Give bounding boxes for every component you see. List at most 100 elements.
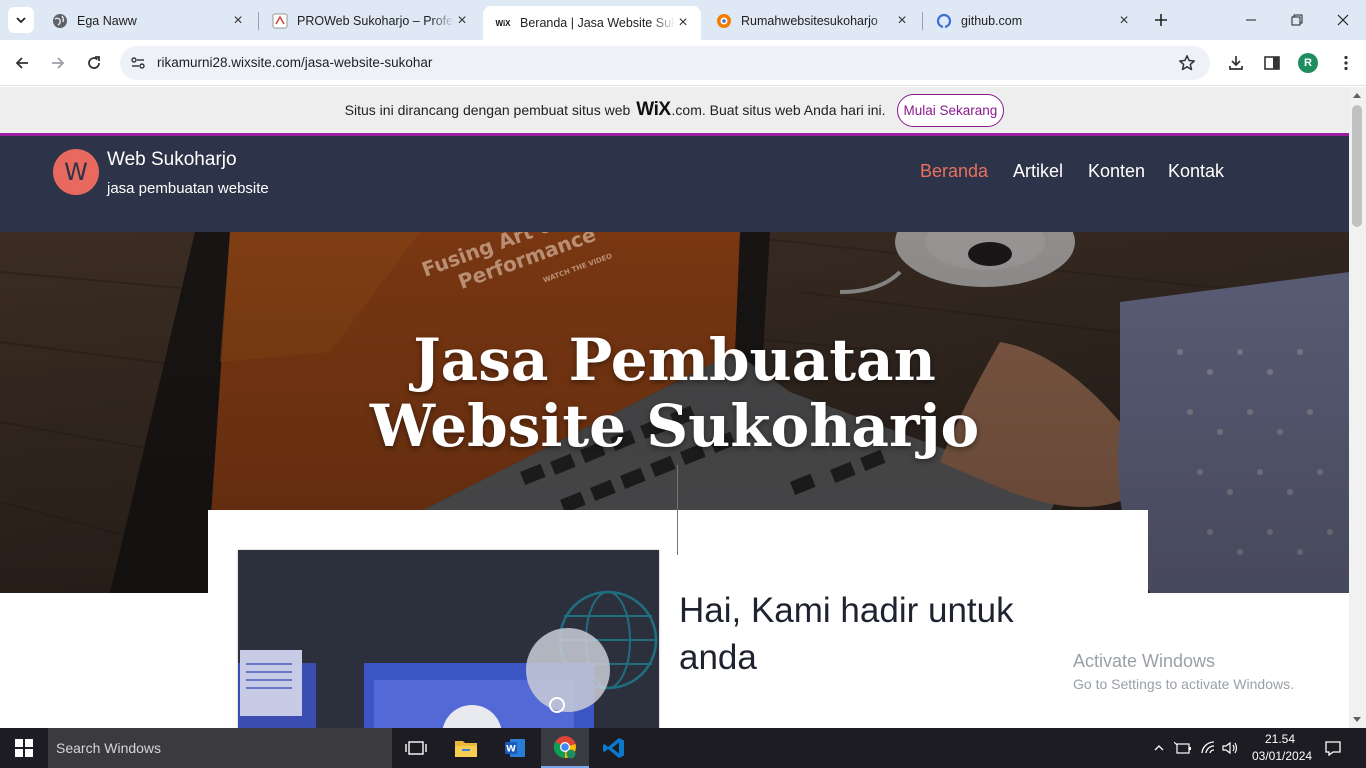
wix-banner-text-after: .com. Buat situs web Anda hari ini. [671, 102, 886, 118]
github-icon [936, 13, 952, 29]
scroll-up-arrow-icon[interactable] [1353, 93, 1361, 98]
restore-button[interactable] [1274, 0, 1320, 40]
word-icon: W [505, 739, 525, 757]
tab-title: Rumahwebsitesukoharjo [741, 14, 878, 28]
arrow-right-icon [52, 57, 65, 69]
mulai-sekarang-button[interactable]: Mulai Sekarang [896, 93, 1005, 127]
wix-banner: Situs ini dirancang dengan pembuat situs… [0, 87, 1349, 133]
tab-ega-naww[interactable]: Ega Naww × [40, 6, 256, 36]
hero-title: Jasa Pembuatan Website Sukoharjo [0, 327, 1349, 459]
arrow-left-icon [15, 57, 28, 69]
task-view-button[interactable] [392, 728, 440, 768]
page-viewport: Situs ini dirancang dengan pembuat situs… [0, 87, 1349, 728]
close-icon[interactable]: × [894, 12, 910, 29]
blogger-icon [716, 13, 732, 29]
tray-expand-button[interactable] [1150, 728, 1168, 768]
file-explorer-button[interactable] [442, 728, 490, 768]
chrome-button[interactable] [541, 728, 589, 768]
decorative-vertical-line [677, 465, 678, 555]
minimize-button[interactable] [1228, 0, 1274, 40]
globe-icon [52, 13, 68, 29]
activate-windows-subtitle: Go to Settings to activate Windows. [1073, 676, 1294, 692]
tab-title: PROWeb Sukoharjo – Profesional [297, 14, 454, 28]
side-panel-button[interactable] [1258, 49, 1286, 77]
close-icon[interactable]: × [230, 12, 246, 29]
reload-icon [88, 56, 100, 69]
tab-title: Ega Naww [77, 14, 137, 28]
word-button[interactable]: W [491, 728, 539, 768]
address-bar[interactable]: rikamurni28.wixsite.com/jasa-website-suk… [120, 46, 1210, 80]
start-button[interactable] [0, 728, 48, 768]
tab-separator [922, 12, 923, 30]
nav-item-artikel[interactable]: Artikel [1013, 161, 1063, 182]
site-info-icon[interactable] [128, 53, 148, 73]
tab-strip: Ega Naww × PROWeb Sukoharjo – Profesiona… [0, 0, 1366, 40]
site-name[interactable]: Web Sukoharjo [107, 149, 237, 171]
tab-beranda[interactable]: WiX Beranda | Jasa Website Sukoharjo × [483, 6, 701, 40]
tab-title: github.com [961, 14, 1023, 28]
scroll-thumb[interactable] [1352, 105, 1362, 227]
wix-icon: WiX [495, 18, 511, 28]
kebab-menu-icon [1344, 55, 1348, 71]
windows-taskbar: Search Windows W 21.54 03/01/2024 [0, 728, 1366, 768]
tab-github[interactable]: github.com × [924, 6, 1142, 36]
forward-button[interactable] [44, 49, 72, 77]
menu-button[interactable] [1332, 49, 1360, 77]
notification-center-button[interactable] [1318, 728, 1348, 768]
activate-windows-title: Activate Windows [1073, 651, 1216, 671]
nav-item-beranda[interactable]: Beranda [920, 161, 988, 182]
hero-title-line1: Jasa Pembuatan [413, 326, 936, 394]
close-icon[interactable]: × [454, 12, 470, 29]
clock-date: 03/01/2024 [1252, 749, 1313, 763]
new-tab-button[interactable] [1150, 9, 1172, 31]
site-icon [272, 13, 288, 29]
browser-toolbar: rikamurni28.wixsite.com/jasa-website-suk… [0, 40, 1366, 86]
speaker-icon [1222, 741, 1238, 755]
content-heading: Hai, Kami hadir untuk anda [679, 591, 1014, 677]
scroll-down-arrow-icon[interactable] [1353, 717, 1361, 722]
restore-icon [1291, 14, 1303, 26]
clock-time: 21.54 [1264, 732, 1296, 746]
reload-button[interactable] [80, 49, 108, 77]
word-letter: W [506, 745, 516, 755]
chrome-icon [553, 736, 576, 759]
chevron-up-icon [1154, 745, 1164, 751]
tab-title: Beranda | Jasa Website Sukoharjo [520, 16, 675, 30]
file-explorer-icon [455, 741, 477, 757]
close-icon[interactable]: × [1116, 12, 1132, 29]
network-status[interactable] [1198, 728, 1220, 768]
notification-icon [1325, 741, 1341, 756]
download-icon [1229, 56, 1243, 70]
tab-rumahwebsite[interactable]: Rumahwebsitesukoharjo × [704, 6, 920, 36]
wix-logo: WiX [636, 99, 671, 120]
wifi-icon [1201, 741, 1215, 754]
hero-title-line2: Website Sukoharjo [369, 392, 980, 460]
close-icon[interactable]: × [675, 14, 691, 31]
back-button[interactable] [8, 49, 36, 77]
wix-banner-text: Situs ini dirancang dengan pembuat situs… [344, 102, 631, 118]
tab-proweb[interactable]: PROWeb Sukoharjo – Profesional × [260, 6, 480, 36]
close-window-button[interactable] [1320, 0, 1366, 40]
taskbar-clock[interactable]: 21.54 03/01/2024 [1252, 731, 1313, 765]
plus-icon [1155, 14, 1167, 26]
page-scrollbar[interactable] [1349, 87, 1366, 728]
bookmark-star-icon[interactable] [1176, 52, 1198, 74]
nav-item-konten[interactable]: Konten [1088, 161, 1145, 182]
download-button[interactable] [1222, 49, 1250, 77]
activate-windows-watermark: Activate Windows Go to Settings to activ… [1073, 651, 1294, 692]
side-panel-icon [1264, 56, 1280, 70]
taskbar-search-input[interactable]: Search Windows [48, 728, 392, 768]
battery-icon [1174, 741, 1191, 754]
profile-avatar[interactable]: R [1298, 53, 1318, 73]
url-text: rikamurni28.wixsite.com/jasa-website-suk… [157, 55, 433, 70]
vscode-button[interactable] [590, 728, 638, 768]
battery-status[interactable] [1172, 728, 1194, 768]
close-icon [1337, 14, 1349, 26]
site-logo[interactable]: W [53, 149, 99, 195]
task-view-icon [405, 741, 427, 755]
volume-control[interactable] [1220, 728, 1242, 768]
tab-search-button[interactable] [8, 7, 34, 33]
nav-item-kontak[interactable]: Kontak [1168, 161, 1224, 182]
tab-separator [258, 12, 259, 30]
site-header: W Web Sukoharjo jasa pembuatan website B… [0, 136, 1349, 232]
